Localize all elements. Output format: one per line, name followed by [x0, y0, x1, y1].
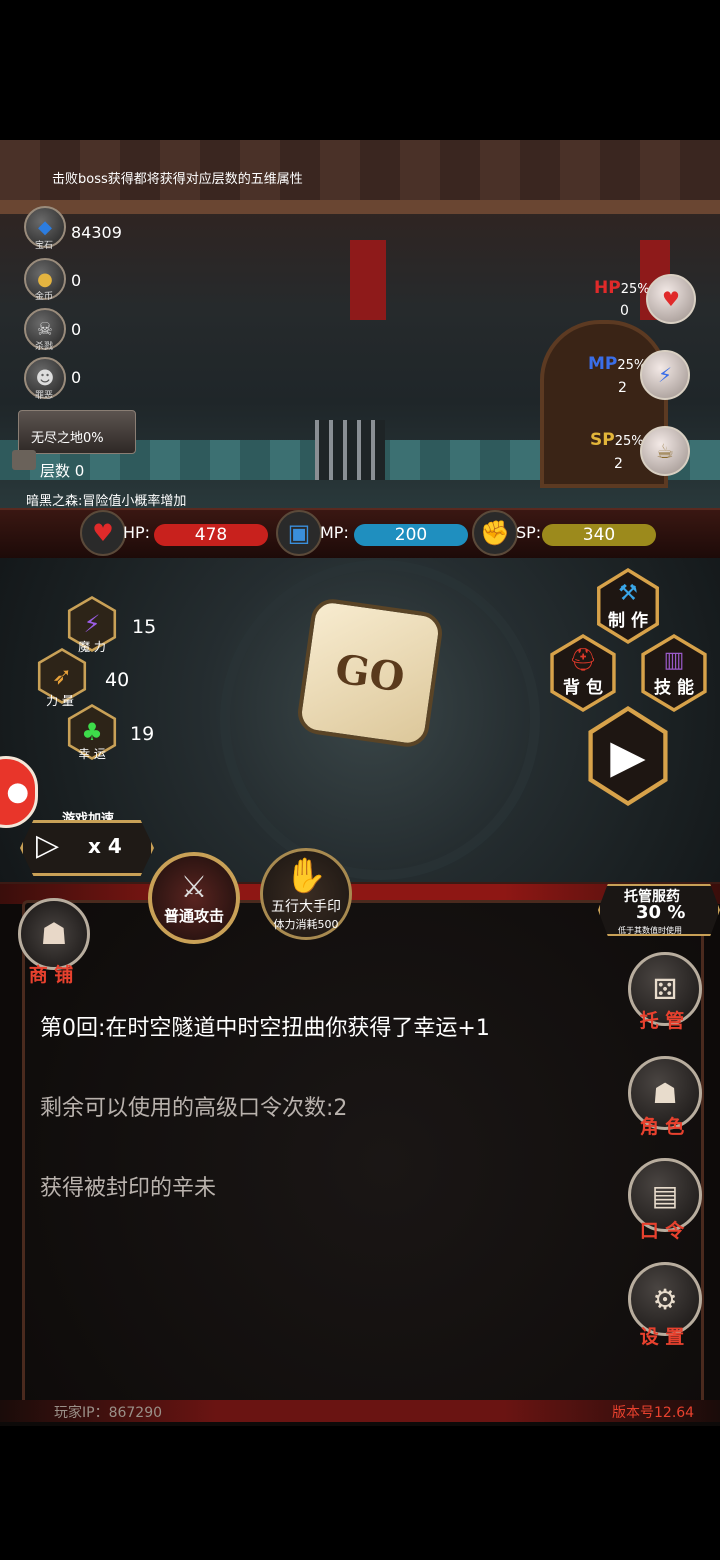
- hp-label: HP:: [123, 523, 151, 542]
- mp-bar: 200: [354, 524, 468, 546]
- strength-label: 力 量: [46, 694, 74, 708]
- resource-label: 杀戮: [34, 342, 53, 352]
- sp-bar-track: 340: [542, 524, 656, 546]
- mp-potion-label: MP: [588, 354, 618, 374]
- mp-potion-count: 2: [618, 380, 627, 396]
- merchant-icon: ☗: [40, 916, 68, 952]
- craft-label: 制 作: [608, 611, 648, 631]
- mp-label: MP:: [320, 523, 349, 542]
- dungeon-name: 无尽之地0%: [31, 431, 104, 446]
- luck-label: 幸 运: [78, 747, 106, 761]
- coin-count: 0: [71, 271, 82, 290]
- player-ip: 玩家IP：867290: [54, 1405, 163, 1421]
- gear-icon: ⚙: [652, 1282, 678, 1316]
- log-line: 剩余可以使用的高级口令次数:2: [40, 1096, 348, 1121]
- bag-label: 背 包: [563, 678, 603, 698]
- sp-value: 340: [582, 525, 616, 545]
- password-label: 口 令: [639, 1220, 685, 1242]
- person-icon: ●: [6, 777, 29, 807]
- kill-count: 0: [71, 320, 82, 339]
- log-line: 获得被封印的辛未: [40, 1176, 217, 1201]
- sp-potion-label: SP: [590, 430, 615, 450]
- seal-skill-cost: 体力消耗500: [273, 918, 339, 931]
- go-label: GO: [332, 644, 408, 702]
- hp-bar-track: 478: [154, 524, 268, 546]
- skill-label: 技 能: [654, 678, 694, 698]
- resource-label: 金币: [34, 292, 53, 302]
- play-icon: ▶: [610, 729, 646, 783]
- heart-icon: ♥: [80, 510, 126, 556]
- log-frame: [22, 900, 704, 1406]
- auto-label: 托 管: [639, 1010, 685, 1032]
- auto-potion-sub: 低于其数值时使用: [618, 926, 682, 935]
- character-label: 角 色: [639, 1116, 685, 1138]
- auto-potion-pct: 30 %: [636, 902, 686, 923]
- helmet-icon: ⛑: [569, 648, 597, 673]
- tombstone-icon: [12, 450, 36, 470]
- sp-potion-count: 2: [614, 456, 623, 472]
- dungeon-scene: [0, 140, 720, 515]
- dice-icon: ⚄: [652, 972, 678, 1006]
- gem-count: 84309: [71, 223, 122, 242]
- sin-count: 0: [71, 368, 82, 387]
- sp-bar: 340: [542, 524, 656, 546]
- palm-icon: ✋: [284, 856, 328, 896]
- mp-icon: ▣: [276, 510, 322, 556]
- hood-icon: ☗: [652, 1076, 678, 1110]
- resource-label: 罪恶: [34, 391, 53, 401]
- sp-potion-icon[interactable]: ☕: [640, 426, 690, 476]
- spellbook-icon: ▥: [663, 648, 685, 673]
- book-icon: ▤: [651, 1178, 679, 1212]
- speed-play-icon: ▷: [36, 828, 60, 863]
- hp-potion-label: HP: [594, 278, 621, 298]
- hammer-icon: ⚒: [618, 581, 638, 606]
- normal-attack-label: 普通攻击: [163, 907, 224, 925]
- strength-value: 40: [105, 669, 130, 691]
- sword-icon: ⚔: [180, 870, 208, 905]
- forest-tip: 暗黑之森:冒险值小概率增加: [26, 494, 187, 509]
- magic-label: 魔 力: [78, 640, 106, 654]
- mp-bar-track: 200: [354, 524, 468, 546]
- dungeon-plate[interactable]: 无尽之地0%: [18, 410, 136, 454]
- seal-skill-button[interactable]: ✋ 五行大手印 体力消耗500: [260, 848, 352, 940]
- seal-skill-label: 五行大手印: [271, 899, 341, 915]
- hp-potion-icon[interactable]: ♥: [646, 274, 696, 324]
- normal-attack-button[interactable]: ⚔ 普通攻击: [148, 852, 240, 944]
- magic-value: 15: [132, 616, 157, 638]
- version-label: 版本号12.64: [612, 1405, 695, 1421]
- resource-label: 宝石: [34, 241, 53, 251]
- go-dice-button[interactable]: GO: [295, 596, 445, 750]
- hp-bar: 478: [154, 524, 268, 546]
- log-line: 第0回:在时空隧道中时空扭曲你获得了幸运+1: [40, 1016, 490, 1041]
- luck-value: 19: [130, 723, 155, 745]
- settings-label: 设 置: [639, 1326, 685, 1348]
- floor-count: 层数 0: [40, 462, 85, 480]
- hp-potion-count: 0: [620, 303, 629, 319]
- hp-value: 478: [194, 525, 228, 545]
- boss-tip: 击败boss获得都将获得对应层数的五维属性: [52, 172, 303, 187]
- sp-label: SP:: [516, 523, 542, 542]
- mp-value: 200: [394, 525, 428, 545]
- shop-label: 商 铺: [28, 964, 74, 986]
- mp-potion-icon[interactable]: ⚡: [640, 350, 690, 400]
- strength-icon: ✊: [472, 510, 518, 556]
- speed-value: x 4: [88, 834, 122, 858]
